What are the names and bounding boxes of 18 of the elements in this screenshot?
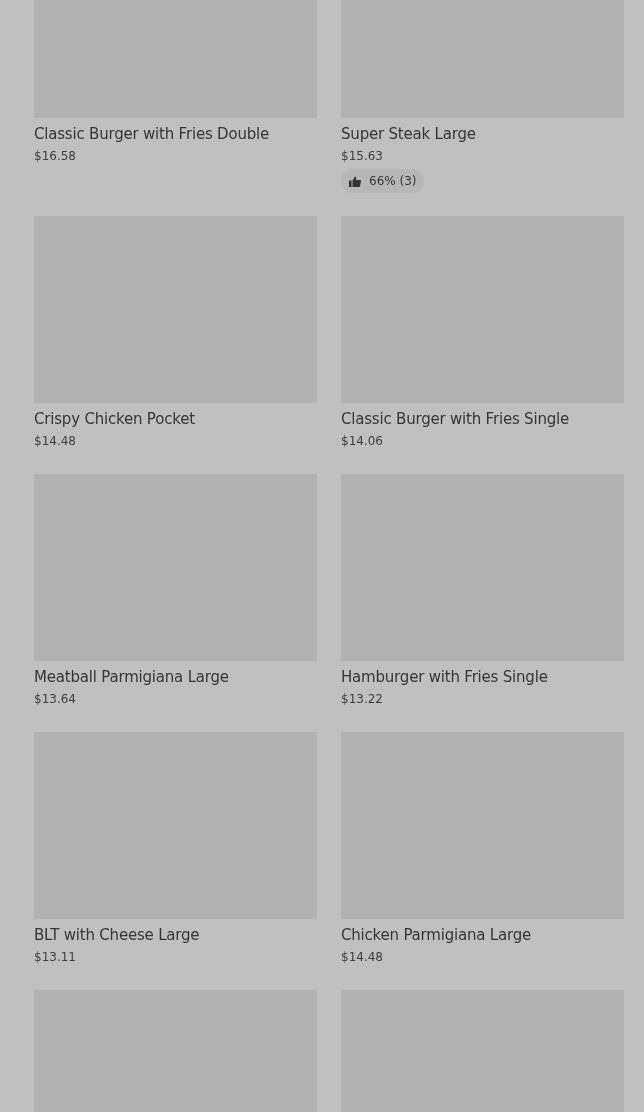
rating-text: 66% (3): [369, 174, 417, 188]
item-name: Chicken Parmigiana Large: [341, 925, 533, 946]
item-price: $13.11: [34, 949, 77, 966]
item-price: $16.58: [34, 148, 77, 165]
item-price: $14.06: [341, 433, 384, 450]
thumbs-up-icon: [349, 175, 361, 187]
item-price: $14.48: [34, 433, 77, 450]
item-name: Crispy Chicken Pocket: [34, 409, 196, 430]
item-name: BLT with Cheese Large: [34, 925, 201, 946]
item-price: $13.22: [341, 691, 384, 708]
item-name: Hamburger with Fries Single: [341, 667, 549, 688]
item-name: Classic Burger with Fries Single: [341, 409, 571, 430]
item-name: Meatball Parmigiana Large: [34, 667, 230, 688]
item-name: Super Steak Large: [341, 124, 477, 145]
item-price: $15.63: [341, 148, 384, 165]
item-price: $14.48: [341, 949, 384, 966]
item-price: $13.64: [34, 691, 77, 708]
item-name: Classic Burger with Fries Double: [34, 124, 271, 145]
